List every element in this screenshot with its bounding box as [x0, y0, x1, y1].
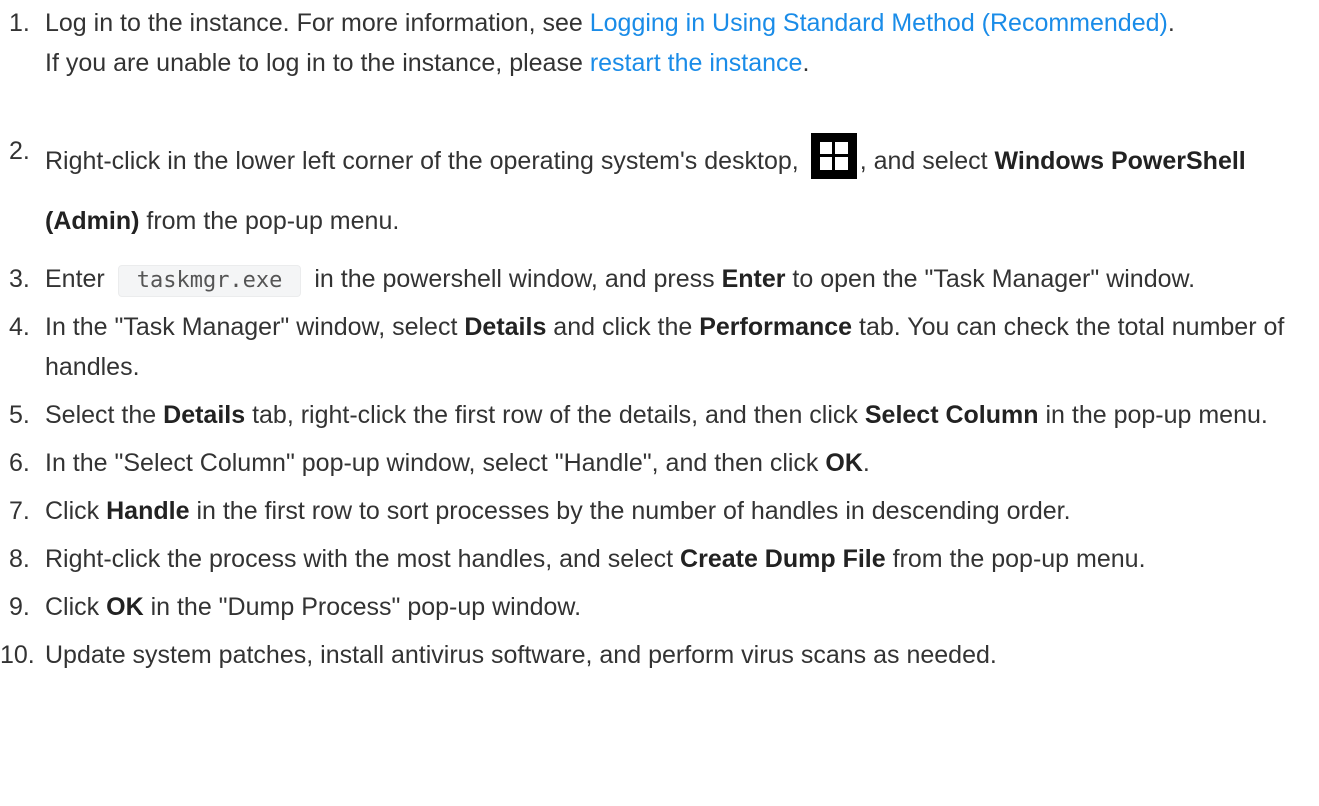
windows-start-icon [810, 133, 857, 179]
step-7: 7. Click Handle in the first row to sort… [0, 491, 1319, 531]
step-number: 3. [9, 265, 30, 293]
step-text: tab, right-click the first row of the de… [252, 401, 858, 429]
step-number: 2. [9, 137, 30, 165]
step-number: 9. [9, 593, 30, 621]
step-3: 3. Enter taskmgr.exe in the powershell w… [0, 259, 1319, 299]
step-text: If you are unable to log in to the insta… [45, 49, 583, 77]
step-text: in the pop-up menu. [1045, 401, 1268, 429]
restart-instance-link[interactable]: restart the instance [590, 49, 803, 77]
step-text: Update system patches, install antivirus… [45, 641, 997, 669]
step-number: 8. [9, 545, 30, 573]
step-number: 7. [9, 497, 30, 525]
step-text: , and select [859, 147, 988, 175]
step-text: to open the "Task Manager" window. [792, 265, 1196, 293]
step-10: 10. Update system patches, install antiv… [0, 635, 1319, 675]
step-5: 5. Select the Details tab, right-click t… [0, 395, 1319, 435]
step-text: Enter [45, 265, 105, 293]
create-dump-file-label: Create Dump File [680, 545, 886, 573]
step-text: Click [45, 497, 100, 525]
step-text: Click [45, 593, 100, 621]
step-text: Select the [45, 401, 157, 429]
step-text: . [802, 49, 810, 77]
step-text: . [1167, 9, 1175, 37]
step-text: Right-click the process with the most ha… [45, 545, 674, 573]
step-text: from the pop-up menu. [892, 545, 1146, 573]
details-label: Details [464, 313, 547, 341]
enter-key: Enter [721, 265, 786, 293]
step-text: in the first row to sort processes by th… [196, 497, 1071, 525]
step-2: 2. Right-click in the lower left corner … [0, 131, 1319, 251]
step-number: 5. [9, 401, 30, 429]
step-text: from the pop-up menu. [146, 207, 400, 235]
logging-in-link[interactable]: Logging in Using Standard Method (Recomm… [590, 9, 1168, 37]
step-text: in the "Dump Process" pop-up window. [150, 593, 582, 621]
details-label: Details [163, 401, 246, 429]
step-text: Log in to the instance. For more informa… [45, 9, 583, 37]
step-text: and click the [553, 313, 693, 341]
step-8: 8. Right-click the process with the most… [0, 539, 1319, 579]
step-9: 9. Click OK in the "Dump Process" pop-up… [0, 587, 1319, 627]
step-text: Right-click in the lower left corner of … [45, 147, 799, 175]
instruction-steps: 1. Log in to the instance. For more info… [0, 0, 1319, 675]
step-number: 10. [0, 641, 35, 669]
step-text: In the "Task Manager" window, select [45, 313, 458, 341]
performance-label: Performance [699, 313, 853, 341]
ok-label: OK [106, 593, 144, 621]
handle-label: Handle [106, 497, 190, 525]
select-column-label: Select Column [864, 401, 1039, 429]
step-text: . [862, 449, 870, 477]
step-number: 6. [9, 449, 30, 477]
step-text: In the "Select Column" pop-up window, se… [45, 449, 819, 477]
step-4: 4. In the "Task Manager" window, select … [0, 307, 1319, 387]
step-6: 6. In the "Select Column" pop-up window,… [0, 443, 1319, 483]
step-text: in the powershell window, and press [314, 265, 715, 293]
command-code: taskmgr.exe [117, 265, 302, 297]
ok-label: OK [825, 449, 863, 477]
step-number: 4. [9, 313, 30, 341]
step-1: 1. Log in to the instance. For more info… [0, 3, 1319, 123]
step-number: 1. [9, 9, 30, 37]
